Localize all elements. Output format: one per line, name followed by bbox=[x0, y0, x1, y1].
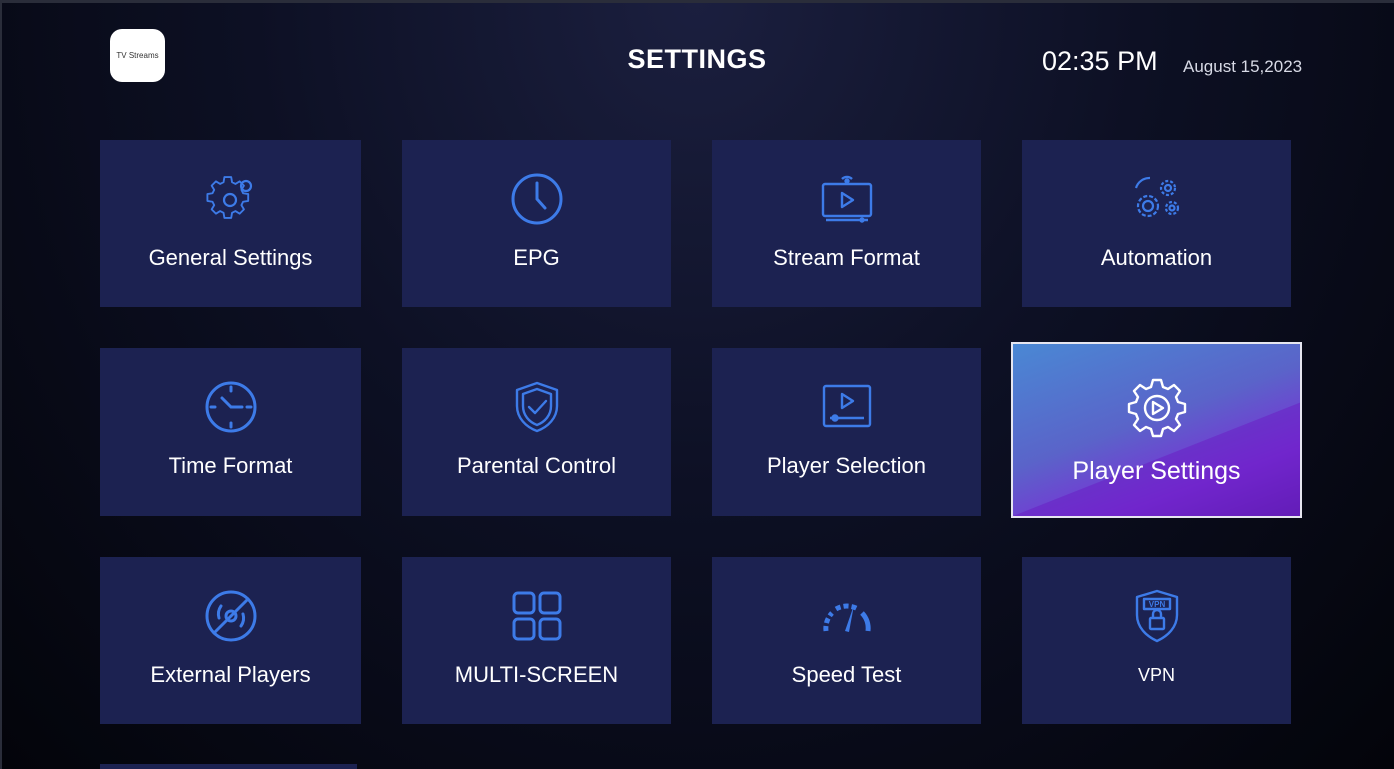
tv-stream-icon bbox=[821, 175, 872, 223]
window-frame-left bbox=[0, 0, 2, 769]
tile-player-settings[interactable]: Player Settings bbox=[1011, 342, 1302, 518]
tile-parental-control[interactable]: Parental Control bbox=[402, 348, 671, 516]
tile-epg[interactable]: EPG bbox=[402, 140, 671, 307]
clock-icon bbox=[511, 173, 562, 225]
tile-external-players[interactable]: External Players bbox=[100, 557, 361, 724]
gear-icon bbox=[205, 176, 252, 219]
gear-play-icon bbox=[1127, 378, 1186, 438]
clock-face-icon bbox=[205, 381, 256, 433]
tile-speed-test[interactable]: Speed Test bbox=[712, 557, 981, 724]
tile-label: Parental Control bbox=[457, 453, 616, 478]
speedometer-icon bbox=[822, 603, 871, 632]
tile-player-selection[interactable]: Player Selection bbox=[712, 348, 981, 516]
automation-gears-icon bbox=[1134, 176, 1179, 218]
vpn-shield-icon: VPN bbox=[1135, 589, 1178, 643]
tile-next-row-peek[interactable] bbox=[100, 764, 357, 769]
svg-text:VPN: VPN bbox=[1148, 600, 1165, 609]
tile-label: EPG bbox=[513, 245, 560, 270]
tile-time-format[interactable]: Time Format bbox=[100, 348, 361, 516]
tile-vpn[interactable]: VPN VPN bbox=[1022, 557, 1291, 724]
tile-general-settings[interactable]: General Settings bbox=[100, 140, 361, 307]
tile-label: Time Format bbox=[168, 453, 293, 478]
tile-label: Player Settings bbox=[1072, 457, 1241, 485]
window-frame-top bbox=[0, 0, 1394, 3]
tile-multi-screen[interactable]: MULTI-SCREEN bbox=[402, 557, 671, 724]
tile-label: General Settings bbox=[148, 245, 313, 270]
tile-label: Speed Test bbox=[791, 662, 902, 687]
tile-label: External Players bbox=[150, 662, 311, 687]
shield-check-icon bbox=[515, 381, 558, 433]
tile-label: MULTI-SCREEN bbox=[454, 662, 619, 687]
tile-label: Automation bbox=[1100, 245, 1213, 270]
disc-blocked-icon bbox=[205, 590, 256, 642]
tile-label: VPN bbox=[1137, 665, 1175, 685]
clock-date: August 15,2023 bbox=[1183, 57, 1303, 76]
grid-icon bbox=[512, 591, 561, 641]
tile-automation[interactable]: Automation bbox=[1022, 140, 1291, 307]
tile-stream-format[interactable]: Stream Format bbox=[712, 140, 981, 307]
player-window-icon bbox=[822, 384, 871, 428]
tile-label: Player Selection bbox=[767, 453, 926, 478]
tile-label: Stream Format bbox=[773, 245, 920, 270]
clock-time: 02:35 PM bbox=[1042, 46, 1158, 76]
